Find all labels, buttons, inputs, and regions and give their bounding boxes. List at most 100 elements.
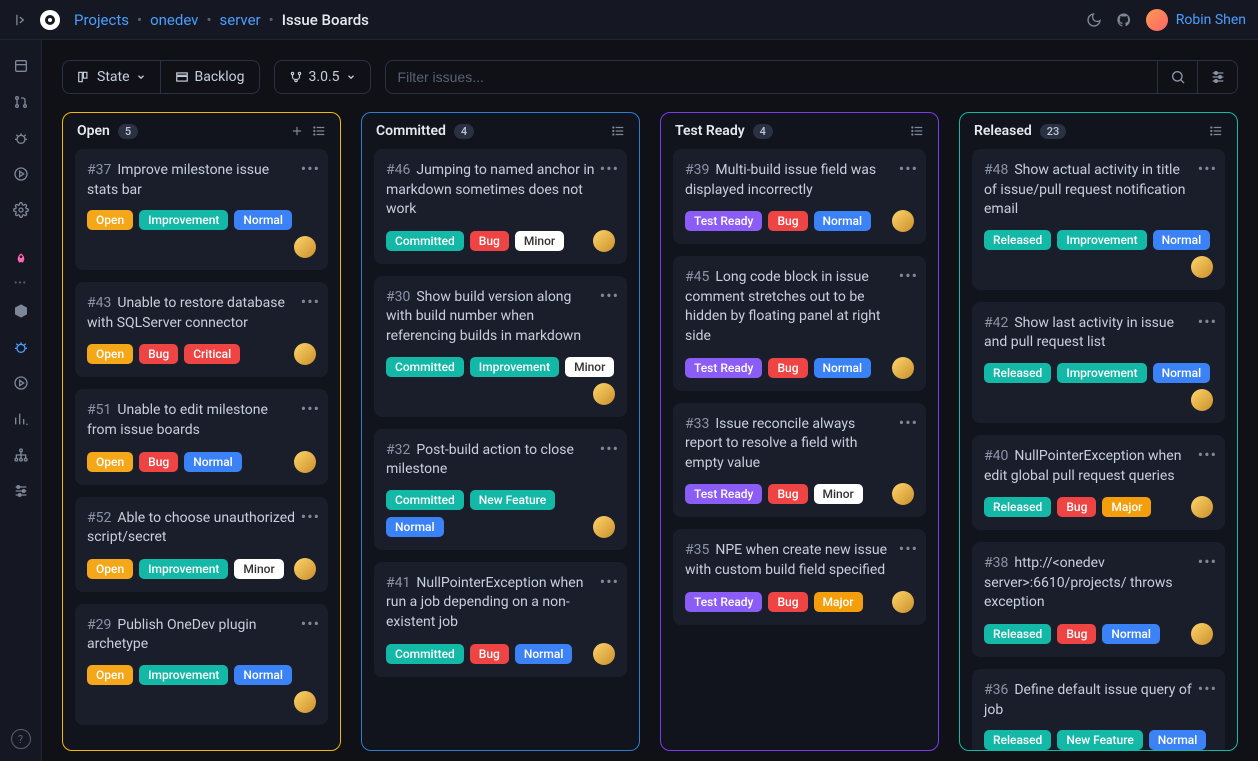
issue-card[interactable]: #51Unable to edit milestone from issue b… (75, 389, 328, 484)
issue-card[interactable]: #36Define default issue query of job•••R… (972, 669, 1225, 750)
assignee-avatar[interactable] (294, 451, 316, 473)
assignee-avatar[interactable] (593, 383, 615, 405)
collapse-sidebar-icon[interactable] (12, 11, 30, 29)
github-icon[interactable] (1112, 8, 1136, 32)
issue-card[interactable]: #46Jumping to named anchor in markdown s… (374, 149, 627, 264)
card-more-icon[interactable]: ••• (1198, 159, 1217, 178)
card-more-icon[interactable]: ••• (1198, 312, 1217, 331)
breadcrumb-path-0[interactable]: onedev (150, 11, 198, 29)
assignee-avatar[interactable] (892, 210, 914, 232)
list-view-icon[interactable] (1209, 124, 1223, 138)
issue-card[interactable]: #43Unable to restore database with SQLSe… (75, 282, 328, 377)
issue-card[interactable]: #52Able to choose unauthorized script/se… (75, 497, 328, 592)
assignee-avatar[interactable] (1191, 623, 1213, 645)
card-more-icon[interactable]: ••• (600, 572, 619, 591)
card-labels: OpenImprovementNormal (87, 210, 316, 258)
sidebar-play-icon[interactable] (5, 367, 37, 399)
card-more-icon[interactable]: ••• (301, 614, 320, 633)
sidebar-stats-icon[interactable] (5, 403, 37, 435)
assignee-avatar[interactable] (892, 591, 914, 613)
issue-card[interactable]: #32Post-build action to close milestone•… (374, 429, 627, 550)
issue-card[interactable]: #41NullPointerException when run a job d… (374, 562, 627, 677)
sidebar-issues-icon[interactable] (5, 122, 37, 154)
backlog-button[interactable]: Backlog (161, 61, 259, 93)
card-more-icon[interactable]: ••• (899, 539, 918, 558)
column-body[interactable]: #48Show actual activity in title of issu… (960, 149, 1237, 750)
sidebar-commits-icon[interactable] (5, 295, 37, 327)
card-more-icon[interactable]: ••• (301, 292, 320, 311)
column-body[interactable]: #39Multi-build issue field was displayed… (661, 149, 938, 750)
filter-input[interactable] (386, 61, 1157, 93)
milestone-selector[interactable]: 3.0.5 (274, 60, 371, 94)
card-more-icon[interactable]: ••• (600, 439, 619, 458)
card-more-icon[interactable]: ••• (600, 286, 619, 305)
sidebar-settings-icon[interactable] (5, 194, 37, 226)
card-more-icon[interactable]: ••• (301, 399, 320, 418)
assignee-avatar[interactable] (294, 558, 316, 580)
issue-card[interactable]: #48Show actual activity in title of issu… (972, 149, 1225, 290)
priority-label: Normal (1153, 363, 1211, 383)
sidebar-help-icon[interactable]: ? (11, 729, 31, 749)
sidebar-builds-icon[interactable] (5, 158, 37, 190)
app-logo[interactable] (40, 10, 60, 30)
type-label: Improvement (139, 665, 228, 685)
issue-card[interactable]: #29Publish OneDev plugin archetype•••Ope… (75, 604, 328, 725)
issue-card[interactable]: #33Issue reconcile always report to reso… (673, 403, 926, 518)
card-more-icon[interactable]: ••• (899, 266, 918, 285)
issue-card[interactable]: #42Show last activity in issue and pull … (972, 302, 1225, 423)
sidebar-dashboard-icon[interactable] (5, 50, 37, 82)
card-more-icon[interactable]: ••• (301, 507, 320, 526)
sidebar-rocket-icon[interactable] (5, 244, 37, 276)
type-label: Bug (768, 592, 807, 612)
list-view-icon[interactable] (312, 124, 326, 138)
search-icon[interactable] (1157, 61, 1197, 93)
assignee-avatar[interactable] (294, 236, 316, 258)
assignee-avatar[interactable] (892, 357, 914, 379)
sidebar-pullrequests-icon[interactable] (5, 86, 37, 118)
breadcrumb-root[interactable]: Projects (74, 11, 129, 29)
card-more-icon[interactable]: ••• (1198, 552, 1217, 571)
sidebar-more-icon[interactable]: ••• (14, 278, 27, 289)
assignee-avatar[interactable] (892, 483, 914, 505)
backlog-label: Backlog (195, 69, 245, 85)
assignee-avatar[interactable] (593, 643, 615, 665)
assignee-avatar[interactable] (1191, 389, 1213, 411)
card-more-icon[interactable]: ••• (1198, 445, 1217, 464)
assignee-avatar[interactable] (294, 343, 316, 365)
issue-card[interactable]: #45Long code block in issue comment stre… (673, 256, 926, 390)
dark-mode-icon[interactable] (1082, 8, 1106, 32)
breadcrumb-path-1[interactable]: server (220, 11, 261, 29)
issue-card[interactable]: #39Multi-build issue field was displayed… (673, 149, 926, 244)
card-more-icon[interactable]: ••• (600, 159, 619, 178)
add-card-icon[interactable] (290, 124, 304, 138)
issue-card[interactable]: #35NPE when create new issue with custom… (673, 529, 926, 624)
card-more-icon[interactable]: ••• (1198, 679, 1217, 698)
card-number: #51 (87, 402, 111, 418)
card-more-icon[interactable]: ••• (899, 159, 918, 178)
card-number: #41 (386, 575, 410, 591)
list-view-icon[interactable] (910, 124, 924, 138)
card-more-icon[interactable]: ••• (301, 159, 320, 178)
assignee-avatar[interactable] (294, 691, 316, 713)
list-view-icon[interactable] (611, 124, 625, 138)
card-number: #43 (87, 295, 111, 311)
sidebar-sliders-icon[interactable] (5, 475, 37, 507)
sidebar-hierarchy-icon[interactable] (5, 439, 37, 471)
column-body[interactable]: #46Jumping to named anchor in markdown s… (362, 149, 639, 750)
card-more-icon[interactable]: ••• (899, 413, 918, 432)
issue-card[interactable]: #37Improve milestone issue stats bar•••O… (75, 149, 328, 270)
assignee-avatar[interactable] (1191, 256, 1213, 278)
board-settings-icon[interactable] (1197, 61, 1237, 93)
issue-card[interactable]: #30Show build version along with build n… (374, 276, 627, 417)
sidebar-issueboards-icon[interactable] (5, 331, 37, 363)
column-body[interactable]: #37Improve milestone issue stats bar•••O… (63, 149, 340, 750)
state-selector[interactable]: State (63, 61, 161, 93)
issue-card[interactable]: #38http://<onedev server>:6610/projects/… (972, 542, 1225, 657)
column-count: 4 (753, 124, 773, 139)
user-name-link[interactable]: Robin Shen (1176, 12, 1246, 28)
assignee-avatar[interactable] (593, 230, 615, 252)
assignee-avatar[interactable] (1191, 496, 1213, 518)
user-avatar[interactable] (1146, 9, 1168, 31)
issue-card[interactable]: #40NullPointerException when edit global… (972, 435, 1225, 530)
assignee-avatar[interactable] (593, 516, 615, 538)
